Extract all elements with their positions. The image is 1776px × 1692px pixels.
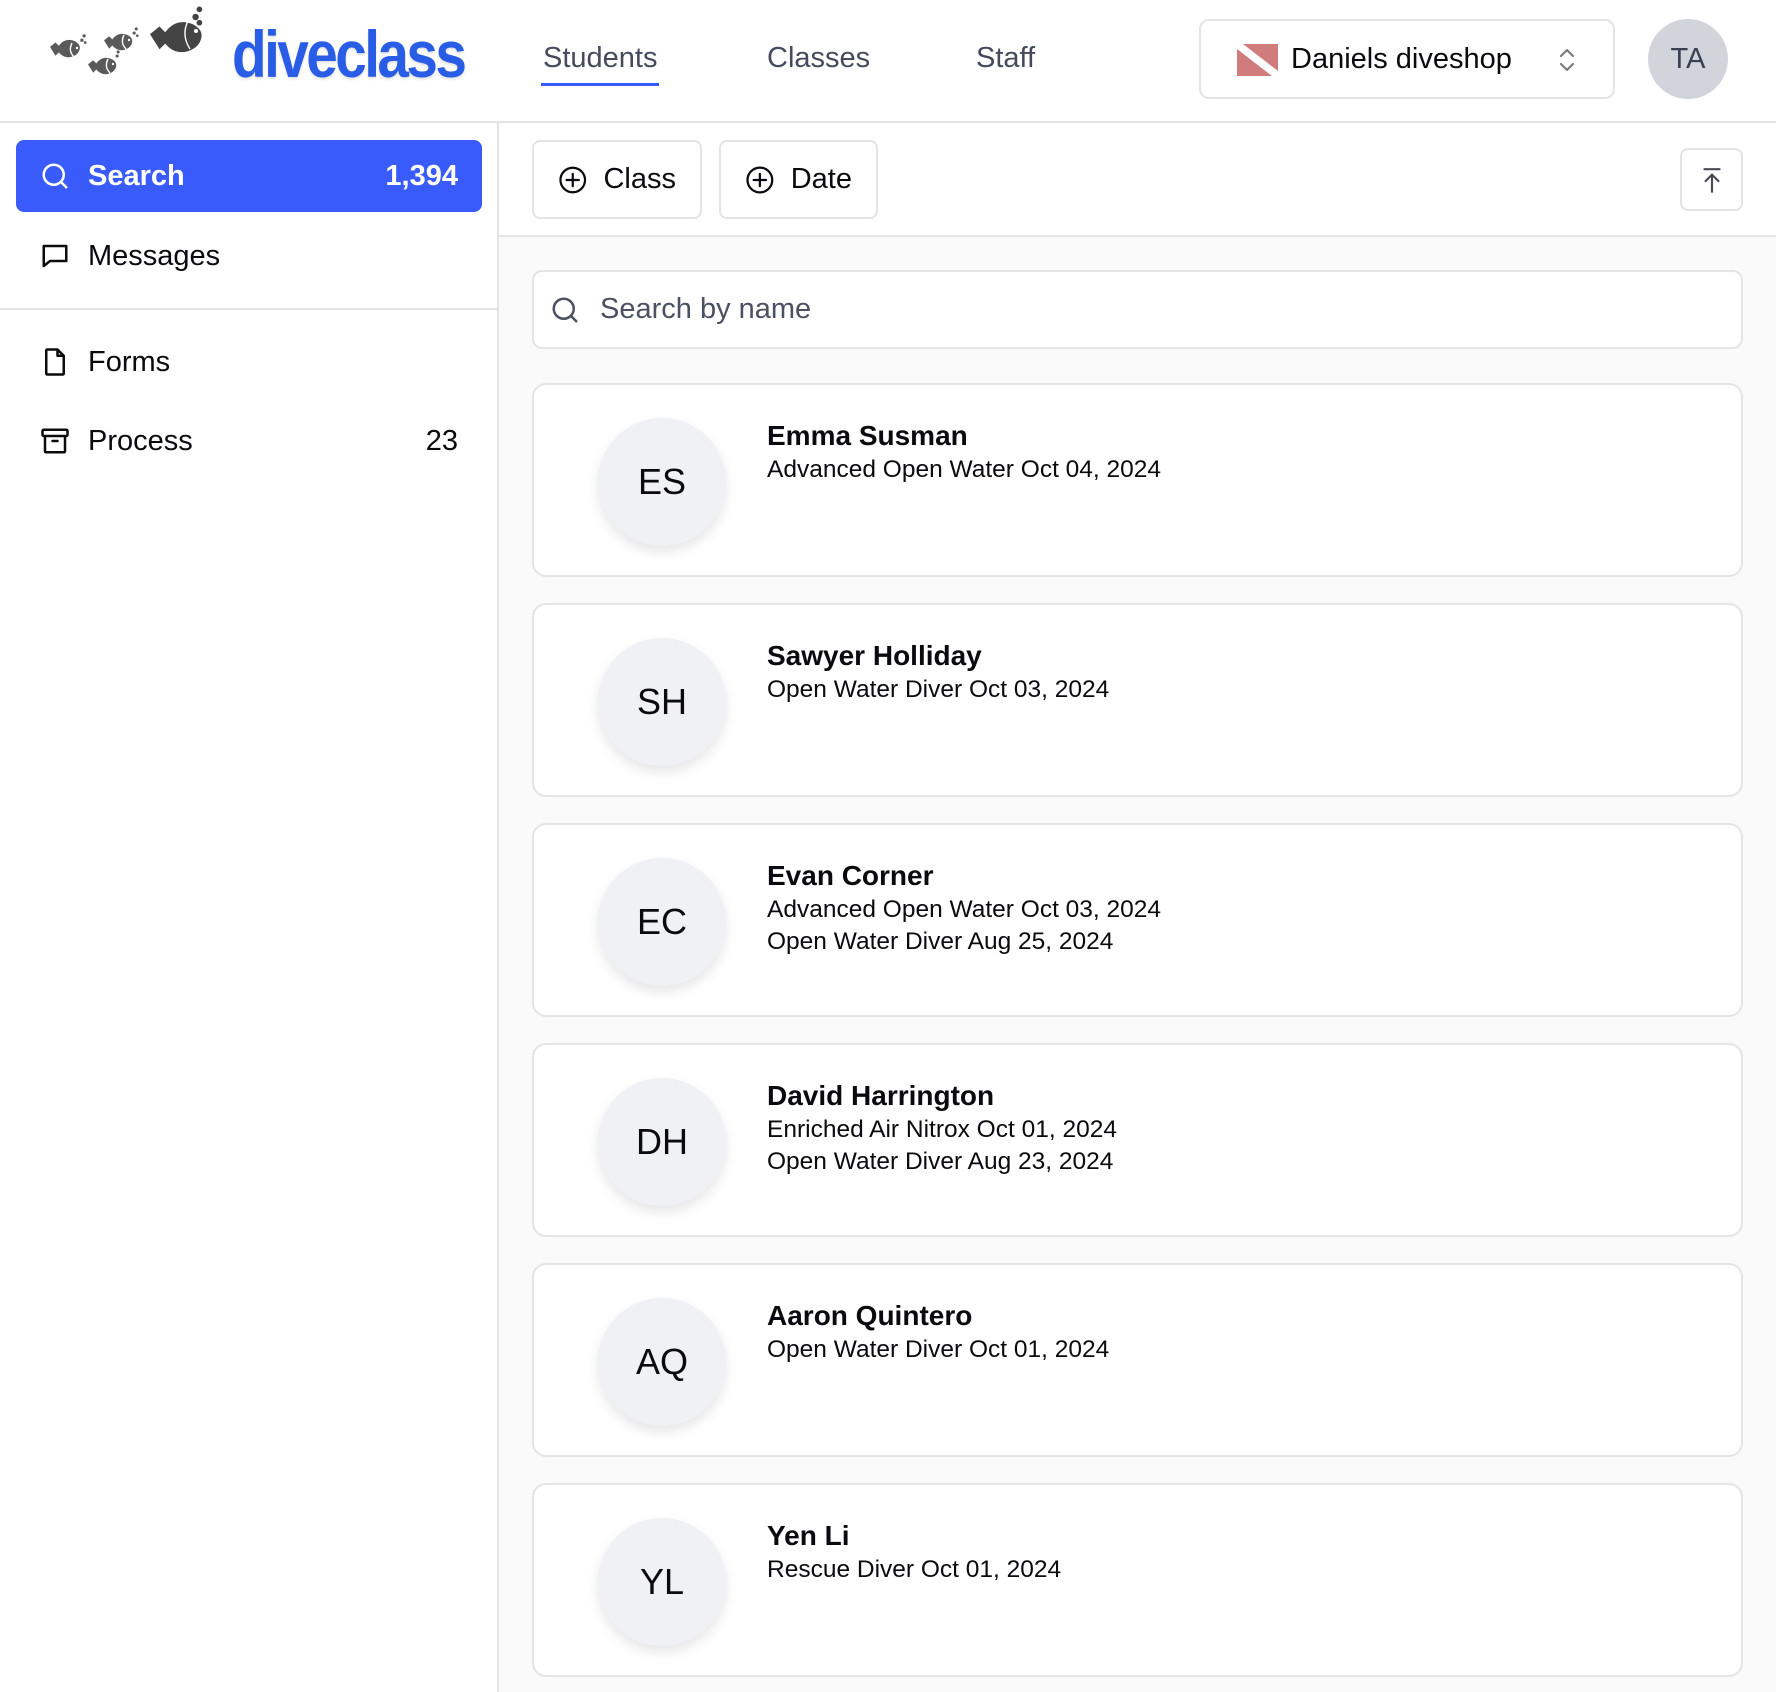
search-field[interactable] <box>532 270 1743 349</box>
main-content: Class Date ES Emma Susman Advanced Open Wa… <box>499 123 1776 1692</box>
student-info: Yen Li Rescue Diver Oct 01, 2024 <box>767 1518 1061 1586</box>
student-card[interactable]: AQ Aaron Quintero Open Water Diver Oct 01,… <box>532 1263 1743 1457</box>
add-date-filter-button[interactable]: Date <box>719 140 878 219</box>
sidebar-item-count: 1,394 <box>385 159 458 192</box>
student-card[interactable]: YL Yen Li Rescue Diver Oct 01, 2024 <box>532 1483 1743 1677</box>
student-certification: Rescue Diver Oct 01, 2024 <box>767 1556 1062 1583</box>
student-avatar: ES <box>598 418 726 546</box>
student-certification: Open Water Diver Oct 03, 2024 <box>767 676 1110 703</box>
student-avatar: YL <box>598 1518 726 1646</box>
sidebar-divider <box>0 308 497 310</box>
student-info: Aaron Quintero Open Water Diver Oct 01, 2… <box>767 1298 1109 1366</box>
sidebar-item-messages[interactable]: Messages <box>16 220 482 292</box>
student-info: David Harrington Enriched Air Nitrox Oct … <box>767 1078 1117 1178</box>
top-header: diveclass Students Classes Staff Daniels… <box>0 0 1776 123</box>
sidebar: Search 1,394 Messages Forms Process 23 <box>0 123 499 1692</box>
student-name: Evan Corner <box>767 860 934 891</box>
student-info: Sawyer Holliday Open Water Diver Oct 03, … <box>767 638 1109 706</box>
student-certification: Advanced Open Water Oct 03, 2024 <box>767 896 1162 923</box>
student-name: David Harrington <box>767 1080 995 1111</box>
student-info: Emma Susman Advanced Open Water Oct 04, 2… <box>767 418 1161 486</box>
user-avatar[interactable]: TA <box>1648 19 1728 99</box>
search-icon <box>40 161 70 191</box>
sidebar-item-forms[interactable]: Forms <box>16 326 482 398</box>
shop-selector[interactable]: Daniels diveshop <box>1199 19 1615 99</box>
sidebar-item-label: Messages <box>88 239 221 272</box>
student-avatar: EC <box>598 858 726 986</box>
student-certification: Open Water Diver Aug 23, 2024 <box>767 1148 1114 1175</box>
sidebar-item-label: Process <box>88 424 193 457</box>
search-input[interactable] <box>600 272 1741 347</box>
student-name: Aaron Quintero <box>767 1300 973 1331</box>
sidebar-item-label: Forms <box>88 345 171 378</box>
filter-label: Date <box>790 163 852 195</box>
plus-circle-icon <box>746 165 774 194</box>
student-name: Emma Susman <box>767 420 968 451</box>
arrow-up-to-line-icon <box>1702 167 1721 193</box>
sidebar-item-count: 23 <box>425 424 458 457</box>
plus-circle-icon <box>559 166 587 193</box>
fish-school-icon <box>50 6 203 75</box>
student-card[interactable]: ES Emma Susman Advanced Open Water Oct 04,… <box>532 383 1743 577</box>
brand-logo[interactable]: diveclass <box>232 14 467 94</box>
nav-tab-staff[interactable]: Staff <box>976 38 1035 78</box>
student-certification: Open Water Diver Aug 25, 2024 <box>767 928 1114 955</box>
student-card[interactable]: EC Evan Corner Advanced Open Water Oct 03,… <box>532 823 1743 1017</box>
scroll-to-top-button[interactable] <box>1680 148 1743 211</box>
filter-label: Class <box>603 163 676 195</box>
shop-name: Daniels diveshop <box>1291 43 1512 75</box>
student-certification: Open Water Diver Oct 01, 2024 <box>767 1336 1110 1363</box>
nav-tab-students[interactable]: Students <box>540 38 660 86</box>
student-avatar: DH <box>598 1078 726 1206</box>
student-card[interactable]: DH David Harrington Enriched Air Nitrox Oc… <box>532 1043 1743 1237</box>
student-name: Yen Li <box>767 1520 850 1551</box>
student-avatar: SH <box>598 638 726 766</box>
sidebar-item-search[interactable]: Search 1,394 <box>16 140 482 212</box>
chevron-up-down-icon <box>1559 48 1575 72</box>
search-icon <box>552 297 578 322</box>
student-name: Sawyer Holliday <box>767 640 982 671</box>
archive-icon <box>40 426 70 456</box>
filter-toolbar: Class Date <box>499 123 1776 237</box>
sidebar-item-process[interactable]: Process 23 <box>16 405 482 477</box>
add-class-filter-button[interactable]: Class <box>532 140 702 219</box>
message-square-icon <box>40 241 70 271</box>
student-card[interactable]: SH Sawyer Holliday Open Water Diver Oct 03… <box>532 603 1743 797</box>
dive-flag-icon <box>1237 44 1278 76</box>
student-info: Evan Corner Advanced Open Water Oct 03, 2… <box>767 858 1161 958</box>
student-avatar: AQ <box>598 1298 726 1426</box>
file-icon <box>40 347 70 377</box>
student-certification: Enriched Air Nitrox Oct 01, 2024 <box>767 1116 1117 1143</box>
sidebar-item-label: Search <box>88 159 185 192</box>
nav-tab-classes[interactable]: Classes <box>767 38 870 78</box>
student-certification: Advanced Open Water Oct 04, 2024 <box>767 456 1162 483</box>
